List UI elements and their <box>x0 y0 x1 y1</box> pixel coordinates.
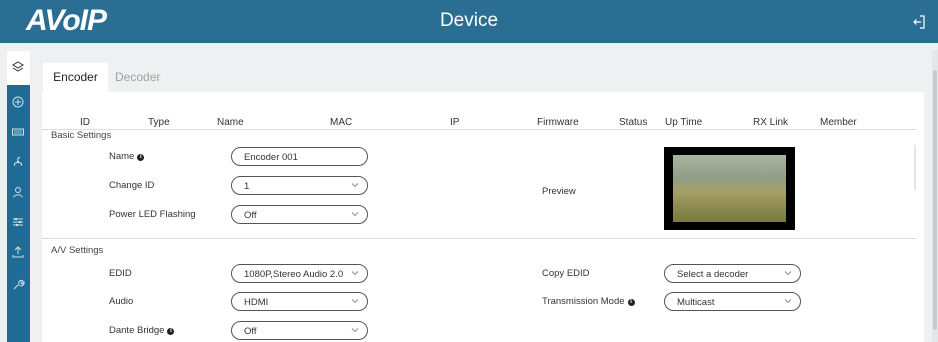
audio-select[interactable]: HDMI <box>231 292 368 311</box>
page-scrollbar[interactable] <box>932 50 938 342</box>
column-header-member[interactable]: Member <box>820 117 857 128</box>
section-divider <box>42 238 917 239</box>
preview-image <box>673 155 786 222</box>
dante-bridge-label: Dante Bridge i <box>109 325 175 336</box>
info-icon[interactable]: i <box>137 154 145 161</box>
sidebar-item-devices[interactable] <box>7 51 30 85</box>
change-id-value: 1 <box>244 181 250 192</box>
video-preview <box>664 147 795 230</box>
upload-icon[interactable] <box>11 245 25 259</box>
column-header-firmware[interactable]: Firmware <box>537 117 579 128</box>
page-title: Device <box>439 10 499 31</box>
chevron-down-icon <box>351 212 359 217</box>
copy-edid-value: Select a decoder <box>677 269 749 280</box>
sidebar <box>7 51 30 342</box>
column-header-type[interactable]: Type <box>148 117 170 128</box>
fan-icon[interactable] <box>11 155 25 169</box>
audio-value: HDMI <box>244 297 269 308</box>
copy-edid-label: Copy EDID <box>542 268 590 279</box>
column-header-id[interactable]: ID <box>80 117 90 128</box>
change-id-select[interactable]: 1 <box>231 176 368 195</box>
preview-label: Preview <box>542 186 576 197</box>
edid-label: EDID <box>109 268 132 279</box>
chevron-down-icon <box>784 299 792 304</box>
info-icon[interactable]: i <box>167 328 175 335</box>
column-header-status[interactable]: Status <box>619 117 647 128</box>
name-input[interactable]: Encoder 001 <box>231 147 368 166</box>
power-led-label: Power LED Flashing <box>109 209 196 220</box>
transmission-mode-select[interactable]: Multicast <box>664 292 801 311</box>
column-header-ip[interactable]: IP <box>450 117 459 128</box>
audio-label: Audio <box>109 296 134 307</box>
chevron-down-icon <box>351 271 359 276</box>
user-icon[interactable] <box>11 185 25 199</box>
power-led-select[interactable]: Off <box>231 205 368 224</box>
info-icon[interactable]: i <box>627 299 635 306</box>
keyboard-icon[interactable] <box>11 125 25 139</box>
transmission-mode-label: Transmission Mode i <box>542 296 635 307</box>
name-label: Name i <box>109 151 145 162</box>
power-led-value: Off <box>244 210 257 221</box>
tab-decoder[interactable]: Decoder <box>115 63 185 92</box>
basic-settings-heading: Basic Settings <box>51 130 112 141</box>
column-header-uptime[interactable]: Up Time <box>665 117 702 128</box>
layers-icon <box>12 61 24 72</box>
dante-bridge-select[interactable]: Off <box>231 321 368 340</box>
scrollbar-thumb[interactable] <box>933 70 937 330</box>
preview-scrollbar[interactable] <box>914 145 916 190</box>
tab-encoder[interactable]: Encoder <box>43 63 108 92</box>
column-header-mac[interactable]: MAC <box>330 117 352 128</box>
dante-bridge-value: Off <box>244 326 257 337</box>
sliders-icon[interactable] <box>11 215 25 229</box>
av-settings-heading: A/V Settings <box>51 245 104 256</box>
chevron-down-icon <box>351 328 359 333</box>
header-divider <box>42 129 917 130</box>
column-header-name[interactable]: Name <box>217 117 244 128</box>
top-bar: AVoIP Device <box>0 0 938 43</box>
change-id-label: Change ID <box>109 180 155 191</box>
chevron-down-icon <box>351 299 359 304</box>
edid-value: 1080P,Stereo Audio 2.0 <box>244 269 344 280</box>
edid-select[interactable]: 1080P,Stereo Audio 2.0 <box>231 264 368 283</box>
copy-edid-select[interactable]: Select a decoder <box>664 264 801 283</box>
transmission-mode-value: Multicast <box>677 297 715 308</box>
logout-icon[interactable] <box>912 15 926 29</box>
wrench-icon[interactable] <box>11 278 25 292</box>
plus-circle-icon[interactable] <box>11 95 25 109</box>
column-header-rxlink[interactable]: RX Link <box>753 117 788 128</box>
chevron-down-icon <box>351 183 359 188</box>
chevron-down-icon <box>784 271 792 276</box>
